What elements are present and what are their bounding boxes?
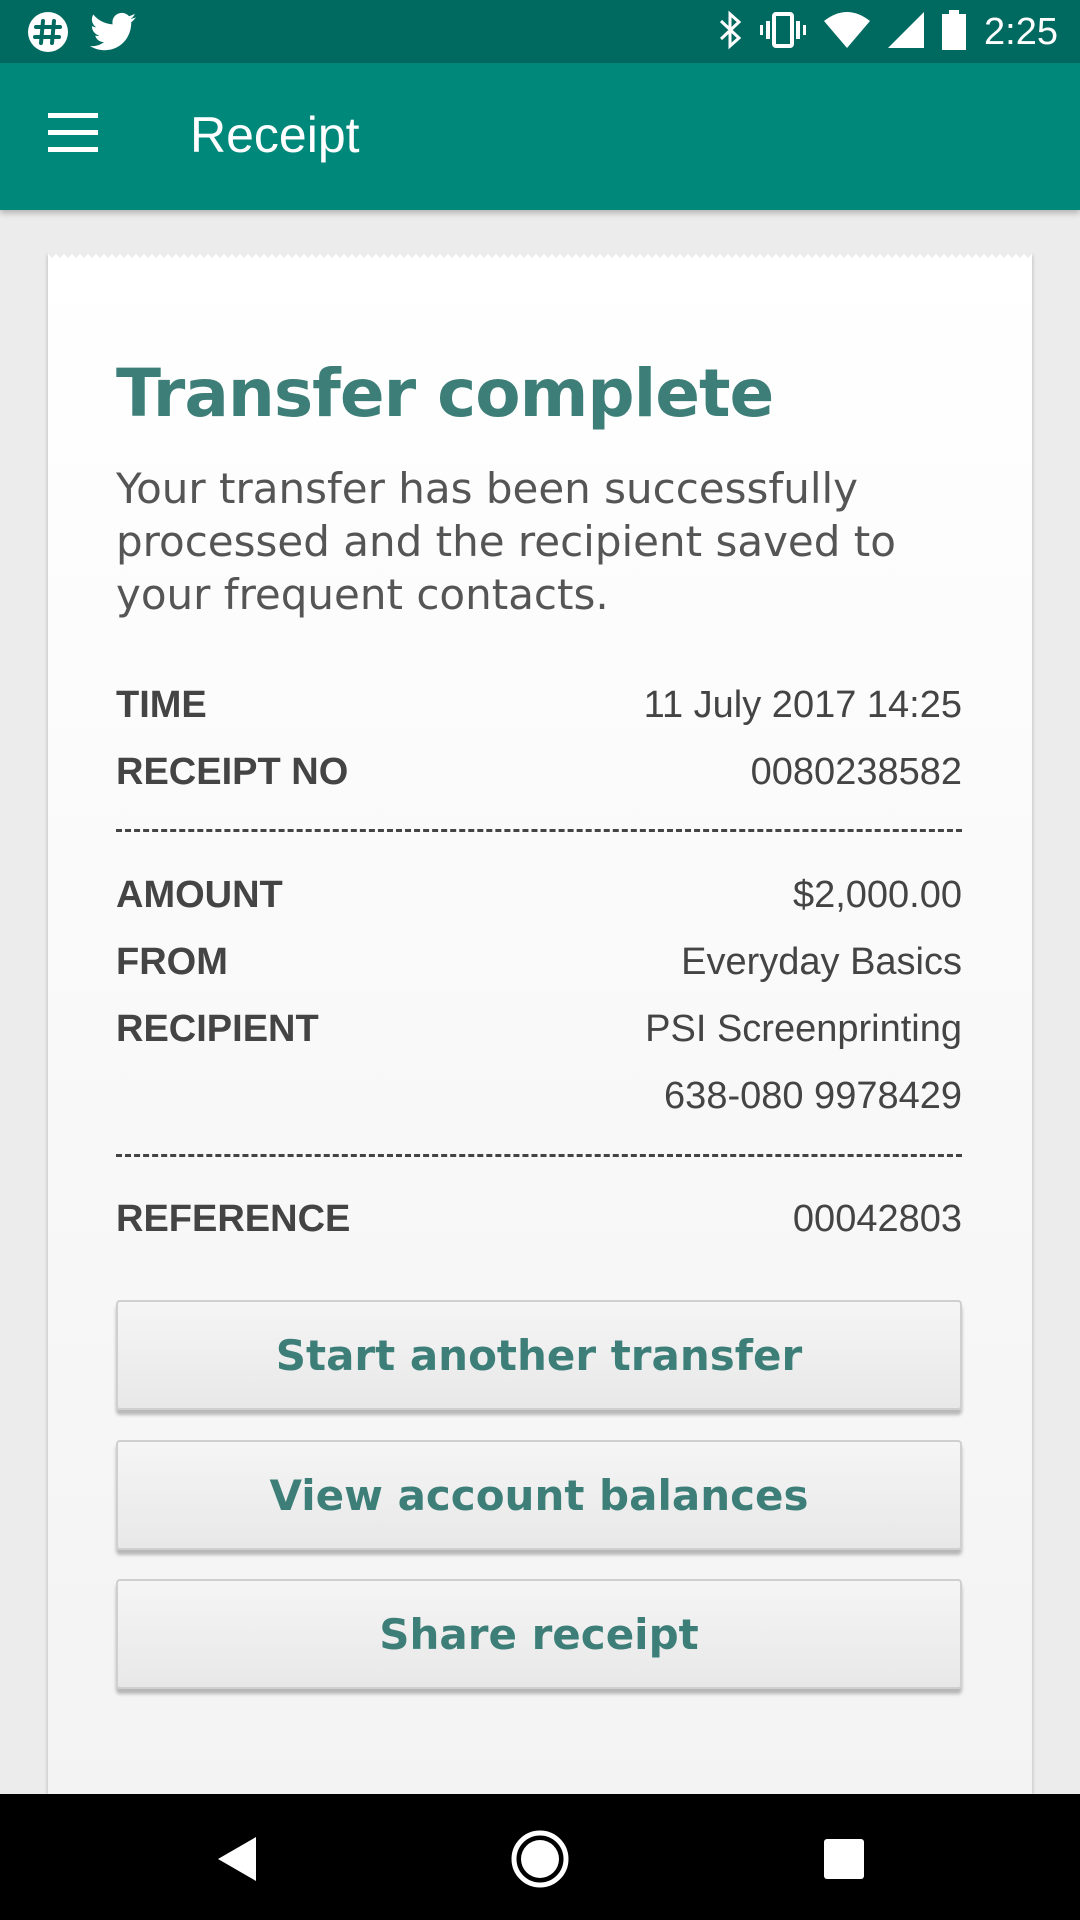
recents-icon[interactable] [804,1819,884,1899]
back-icon[interactable] [196,1819,276,1899]
twitter-icon [90,12,136,57]
divider [116,1154,962,1157]
home-icon[interactable] [500,1819,580,1899]
receipt-no-row: RECEIPT NO 0080238582 [116,739,962,806]
recipient-account-row: 638-080 9978429 [116,1063,962,1130]
reference-row: REFERENCE 00042803 [116,1186,962,1253]
time-label: TIME [116,684,207,726]
recipient-name: PSI Screenprinting [645,1008,962,1050]
receipt-no-label: RECEIPT NO [116,751,349,793]
recipient-label: RECIPIENT [116,1008,319,1050]
view-account-balances-button[interactable]: View account balances [116,1440,962,1550]
status-bar: 2:25 [0,0,1080,63]
hamburger-menu-icon[interactable] [48,113,98,153]
divider [116,829,962,832]
vibrate-icon [760,10,807,55]
confirmation-message: Your transfer has been successfully proc… [116,464,896,619]
app-bar: Receipt [0,63,1080,210]
receipt-card: Transfer complete Your transfer has been… [48,248,1032,1794]
share-receipt-button[interactable]: Share receipt [116,1579,962,1689]
bluetooth-icon [718,10,742,55]
amount-row: AMOUNT $2,000.00 [116,862,962,929]
start-another-transfer-button[interactable]: Start another transfer [116,1300,962,1410]
amount-value: $2,000.00 [792,874,962,916]
notification-icons [26,10,136,59]
status-time: 2:25 [984,10,1058,53]
receipt-torn-edge [48,248,1032,258]
recipient-account: 638-080 9978429 [664,1075,962,1117]
navigation-bar [0,1794,1080,1920]
system-icons: 2:25 [718,6,1058,58]
reference-label: REFERENCE [116,1198,351,1240]
battery-icon [942,9,967,55]
slack-icon [26,10,70,59]
time-value: 11 July 2017 14:25 [643,684,962,726]
from-row: FROM Everyday Basics [116,929,962,996]
from-label: FROM [116,941,228,983]
time-row: TIME 11 July 2017 14:25 [116,672,962,739]
recipient-row: RECIPIENT PSI Screenprinting [116,996,962,1063]
from-value: Everyday Basics [681,941,962,983]
page-title: Receipt [190,107,360,163]
reference-value: 00042803 [792,1198,962,1240]
amount-label: AMOUNT [116,874,283,916]
cell-signal-icon [888,11,925,53]
transfer-complete-heading: Transfer complete [116,355,774,432]
receipt-no-value: 0080238582 [750,751,962,793]
wifi-icon [824,11,871,53]
